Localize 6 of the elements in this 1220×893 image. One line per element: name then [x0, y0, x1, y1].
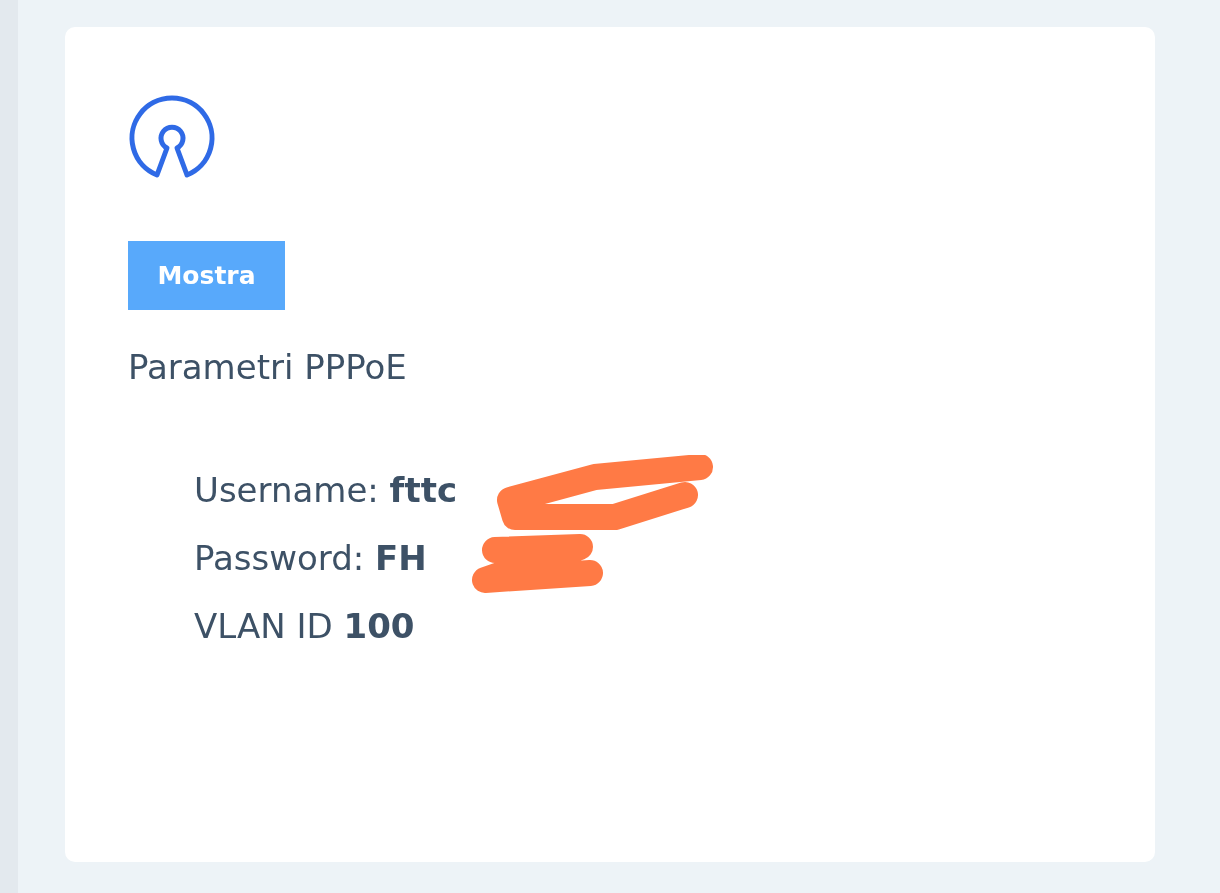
open-source-logo-icon: [128, 95, 216, 181]
parameter-line: Username: fttc: [194, 469, 459, 512]
section-heading: Parametri PPPoE: [128, 346, 408, 389]
parameter-line: Password: FH: [194, 537, 428, 580]
parameter-line: VLAN ID 100: [194, 605, 416, 648]
show-button[interactable]: Mostra: [128, 241, 285, 310]
